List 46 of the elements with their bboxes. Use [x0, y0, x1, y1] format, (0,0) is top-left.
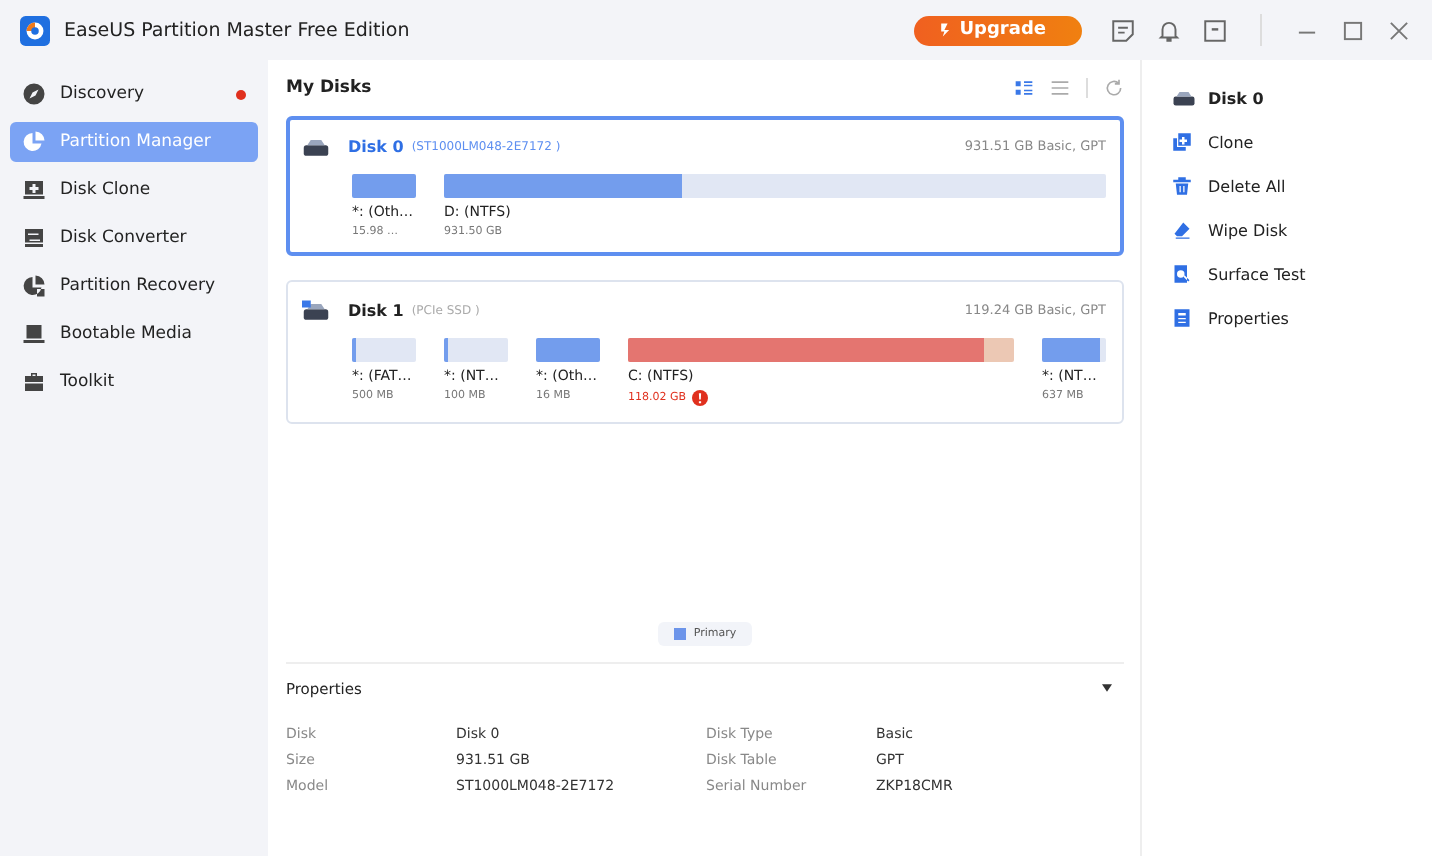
- sidebar-item[interactable]: Disk Clone: [10, 170, 258, 210]
- pie-chart-icon: [22, 130, 46, 154]
- app-logo-icon: [20, 15, 50, 45]
- pie-recovery-icon: [22, 274, 46, 298]
- partition-bar[interactable]: [444, 174, 1106, 198]
- close-icon[interactable]: [1386, 17, 1412, 43]
- action-item[interactable]: Clone: [1172, 128, 1432, 156]
- sidebar-item[interactable]: Discovery: [10, 74, 258, 114]
- warning-icon: [692, 390, 709, 406]
- document-icon: [1172, 308, 1192, 328]
- laptop-icon: [22, 322, 46, 346]
- sidebar-item[interactable]: Bootable Media: [10, 314, 258, 354]
- partition-bar[interactable]: [352, 338, 416, 362]
- legend-swatch: [673, 628, 686, 640]
- feedback-icon[interactable]: [1110, 17, 1136, 43]
- sidebar-item[interactable]: Disk Converter: [10, 218, 258, 258]
- action-item[interactable]: Wipe Disk: [1172, 216, 1432, 244]
- magnifier-document-icon: [1172, 264, 1192, 284]
- copy-icon: [1172, 132, 1192, 152]
- eraser-icon: [1172, 220, 1192, 240]
- action-item[interactable]: Surface Test: [1172, 260, 1432, 288]
- action-item[interactable]: Delete All: [1172, 172, 1432, 200]
- refresh-icon[interactable]: [1104, 78, 1124, 98]
- compass-icon: [22, 82, 46, 106]
- disk-icon: [302, 299, 330, 321]
- disk-clone-icon: [22, 178, 46, 202]
- toolbox-icon: [22, 370, 46, 394]
- list-view-icon[interactable]: [1050, 78, 1070, 98]
- disk-convert-icon: [22, 226, 46, 250]
- sidebar-item[interactable]: Partition Recovery: [10, 266, 258, 306]
- selected-disk-title: Disk 0: [1208, 89, 1264, 107]
- action-item[interactable]: Properties: [1172, 304, 1432, 332]
- disk-name: Disk 0: [348, 137, 404, 155]
- collapse-icon[interactable]: [1102, 684, 1112, 692]
- trash-icon: [1172, 176, 1192, 196]
- disk-icon: [302, 135, 330, 157]
- disk-icon: [1172, 88, 1196, 108]
- sidebar-item[interactable]: Toolkit: [10, 362, 258, 402]
- disk-name: Disk 1: [348, 301, 404, 319]
- window-title: EaseUS Partition Master Free Edition: [64, 19, 410, 41]
- section-title: My Disks: [286, 78, 372, 98]
- grid-view-icon[interactable]: [1014, 78, 1034, 98]
- maximize-icon[interactable]: [1340, 17, 1366, 43]
- tray-icon[interactable]: [1202, 17, 1228, 43]
- bell-icon[interactable]: [1156, 17, 1182, 43]
- partition-bar[interactable]: [444, 338, 508, 362]
